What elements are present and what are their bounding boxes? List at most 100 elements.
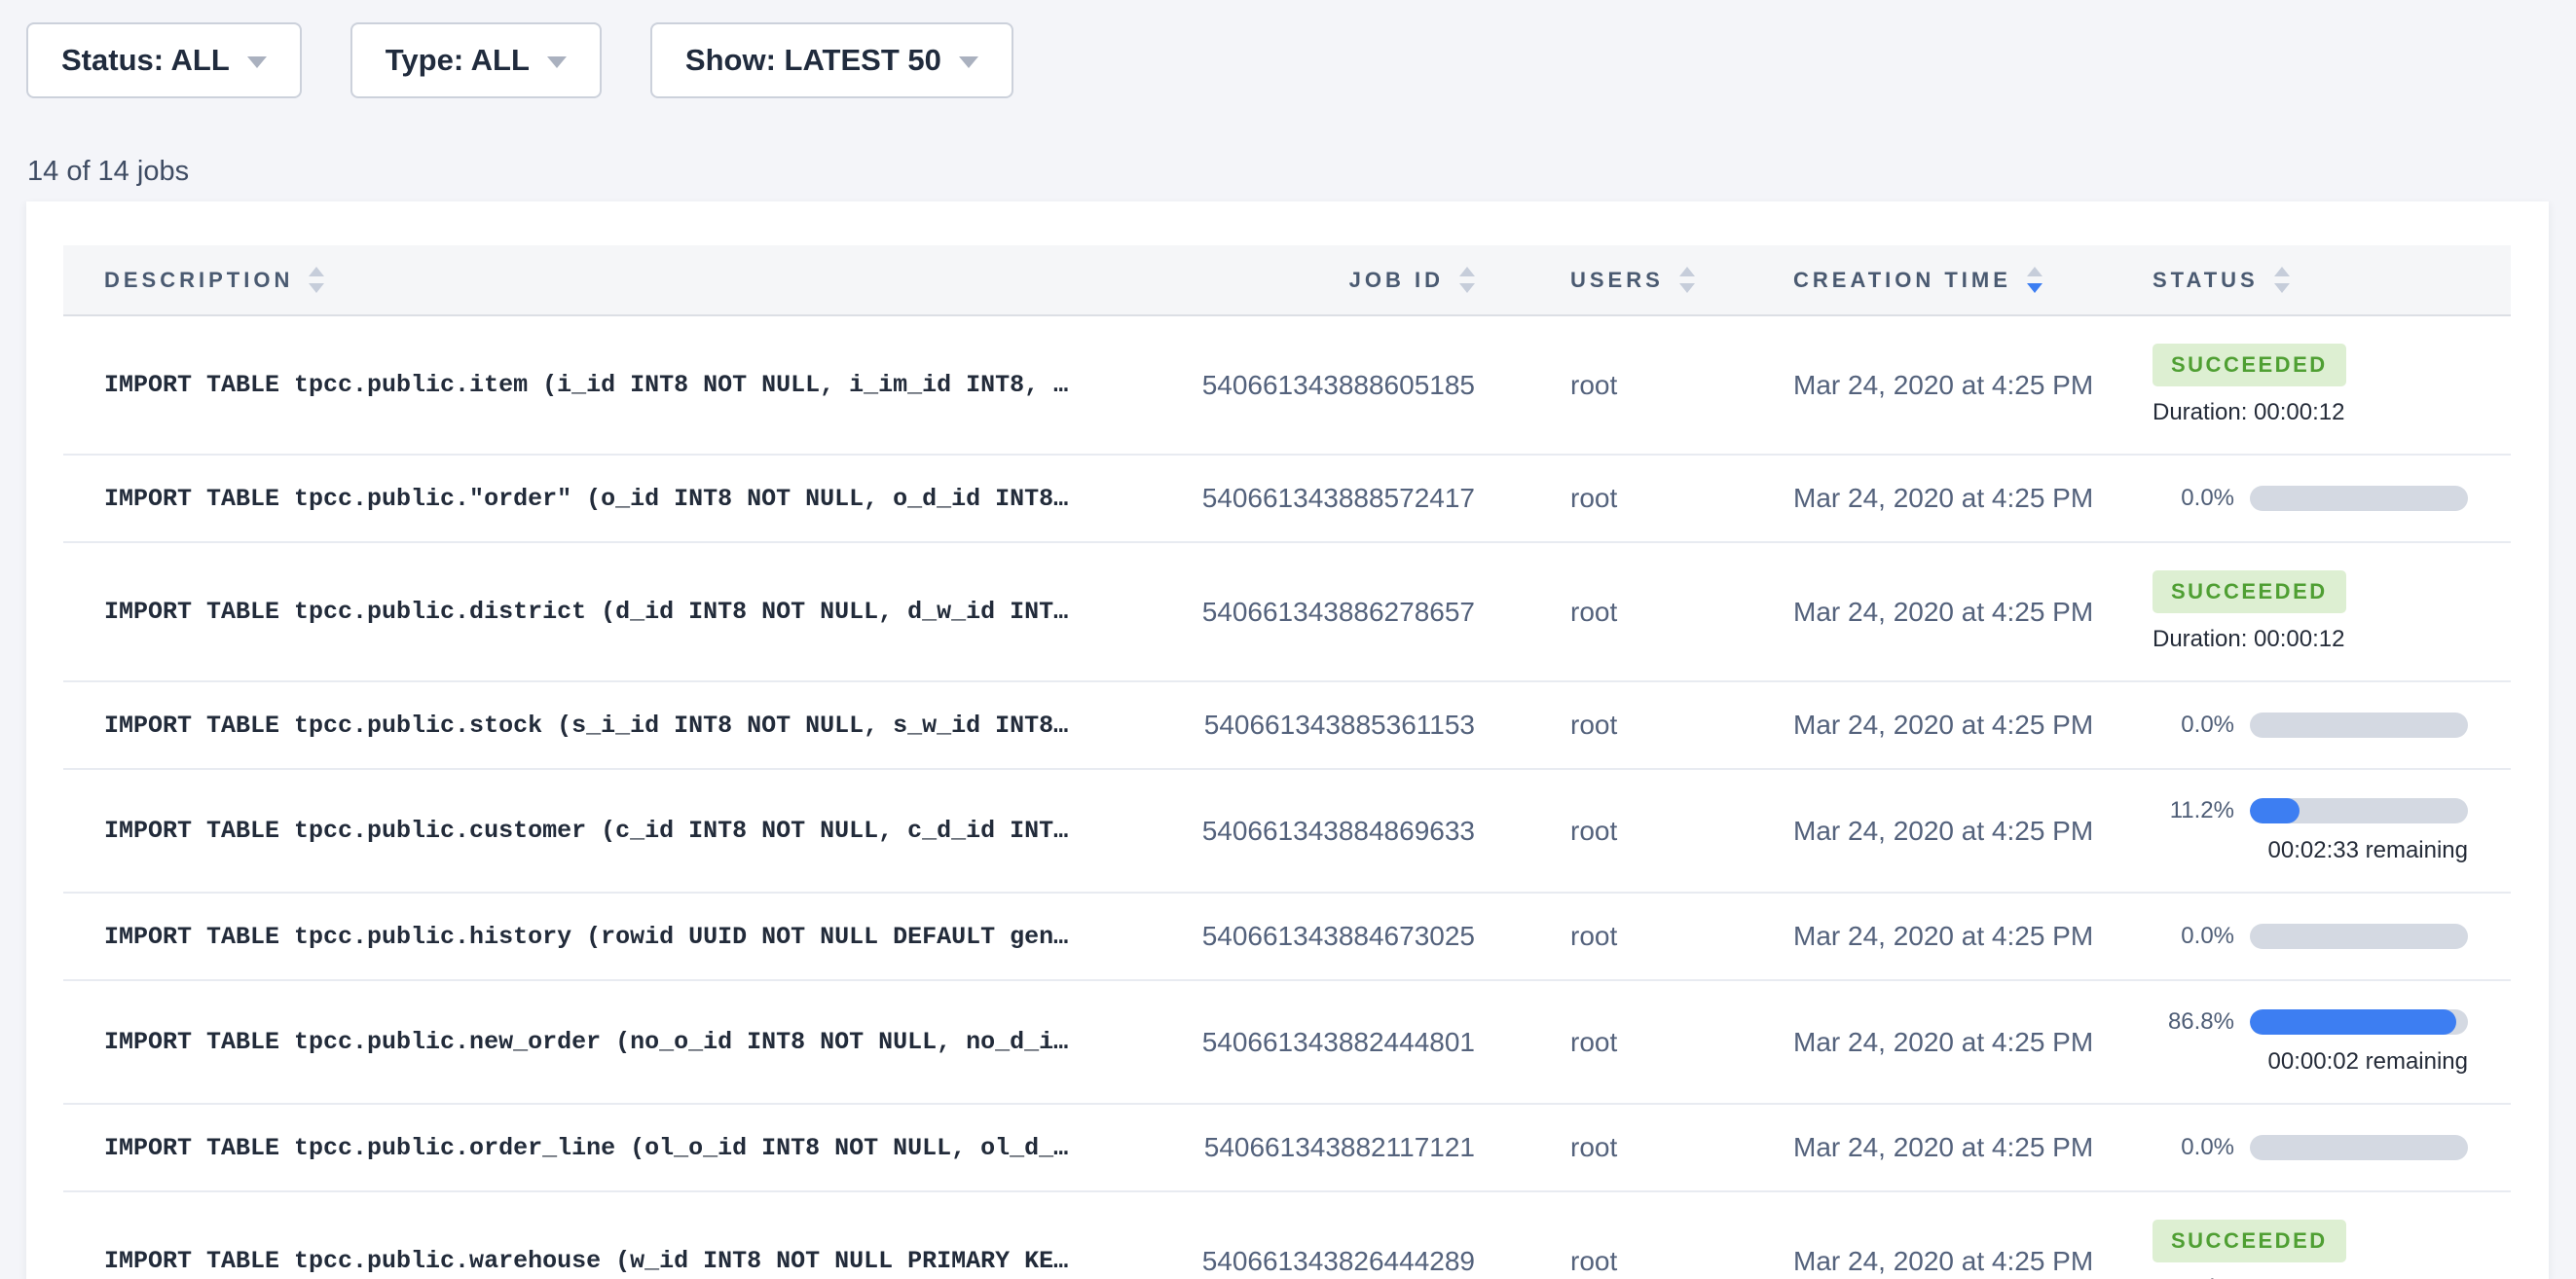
job-user-cell: root (1475, 681, 1709, 769)
jobs-table-body: IMPORT TABLE tpcc.public.item (i_id INT8… (63, 315, 2511, 1279)
job-duration-label: Duration: 00:00:08 (2153, 1275, 2511, 1279)
jobs-count-label: 14 of 14 jobs (27, 156, 189, 188)
job-id-cell: 540661343888572417 (1154, 455, 1475, 542)
progress-bar-track (2250, 1009, 2468, 1035)
table-row: IMPORT TABLE tpcc.public.new_order (no_o… (63, 980, 2511, 1104)
table-row: IMPORT TABLE tpcc.public."order" (o_id I… (63, 455, 2511, 542)
jobs-table: DESCRIPTION JOB ID USERS (63, 245, 2511, 1279)
job-progress: 11.2% (2153, 797, 2511, 824)
progress-bar-track (2250, 713, 2468, 738)
job-description-cell: IMPORT TABLE tpcc.public.history (rowid … (63, 893, 1154, 980)
job-progress: 0.0% (2153, 1134, 2511, 1161)
job-id-cell: 540661343882444801 (1154, 980, 1475, 1104)
job-id-cell: 540661343882117121 (1154, 1104, 1475, 1191)
job-description-cell: IMPORT TABLE tpcc.public.warehouse (w_id… (63, 1191, 1154, 1279)
status-badge: SUCCEEDED (2153, 1220, 2346, 1262)
job-description-cell: IMPORT TABLE tpcc.public.new_order (no_o… (63, 980, 1154, 1104)
job-id-cell: 540661343884869633 (1154, 769, 1475, 893)
table-row: IMPORT TABLE tpcc.public.item (i_id INT8… (63, 315, 2511, 455)
table-row: IMPORT TABLE tpcc.public.stock (s_i_id I… (63, 681, 2511, 769)
job-progress: 0.0% (2153, 485, 2511, 512)
job-user-cell: root (1475, 455, 1709, 542)
job-description-cell: IMPORT TABLE tpcc.public.stock (s_i_id I… (63, 681, 1154, 769)
filter-bar: Status: ALL Type: ALL Show: LATEST 50 (26, 22, 1013, 98)
job-status-cell: 11.2% 00:02:33 remaining (2088, 769, 2511, 893)
type-filter-dropdown[interactable]: Type: ALL (350, 22, 602, 98)
job-id-cell: 540661343826444289 (1154, 1191, 1475, 1279)
job-time-remaining-label: 00:00:02 remaining (2153, 1048, 2468, 1076)
job-progress-percent: 0.0% (2153, 485, 2234, 512)
job-user-cell: root (1475, 1104, 1709, 1191)
job-duration-label: Duration: 00:00:12 (2153, 399, 2511, 426)
table-row: IMPORT TABLE tpcc.public.warehouse (w_id… (63, 1191, 2511, 1279)
job-description-cell: IMPORT TABLE tpcc.public.customer (c_id … (63, 769, 1154, 893)
table-row: IMPORT TABLE tpcc.public.order_line (ol_… (63, 1104, 2511, 1191)
job-description-cell: IMPORT TABLE tpcc.public.district (d_id … (63, 542, 1154, 681)
job-creation-time-cell: Mar 24, 2020 at 4:25 PM (1709, 1104, 2088, 1191)
table-row: IMPORT TABLE tpcc.public.customer (c_id … (63, 769, 2511, 893)
chevron-down-icon (959, 56, 978, 68)
job-progress-percent: 0.0% (2153, 712, 2234, 739)
job-status-cell: 0.0% (2088, 455, 2511, 542)
job-status-cell: 0.0% (2088, 893, 2511, 980)
job-creation-time-cell: Mar 24, 2020 at 4:25 PM (1709, 455, 2088, 542)
job-creation-time-cell: Mar 24, 2020 at 4:25 PM (1709, 1191, 2088, 1279)
job-status-cell: 0.0% (2088, 681, 2511, 769)
column-header-users[interactable]: USERS (1475, 245, 1709, 315)
column-header-status[interactable]: STATUS (2088, 245, 2511, 315)
job-id-cell: 540661343886278657 (1154, 542, 1475, 681)
progress-bar-track (2250, 924, 2468, 949)
status-badge: SUCCEEDED (2153, 570, 2346, 613)
job-user-cell: root (1475, 542, 1709, 681)
status-badge: SUCCEEDED (2153, 344, 2346, 386)
job-user-cell: root (1475, 980, 1709, 1104)
job-progress: 0.0% (2153, 712, 2511, 739)
job-description-cell: IMPORT TABLE tpcc.public."order" (o_id I… (63, 455, 1154, 542)
show-filter-dropdown[interactable]: Show: LATEST 50 (650, 22, 1013, 98)
chevron-down-icon (247, 56, 267, 68)
job-creation-time-cell: Mar 24, 2020 at 4:25 PM (1709, 980, 2088, 1104)
job-creation-time-cell: Mar 24, 2020 at 4:25 PM (1709, 681, 2088, 769)
sort-arrows-icon (1679, 267, 1695, 293)
progress-bar-track (2250, 1135, 2468, 1160)
status-filter-dropdown[interactable]: Status: ALL (26, 22, 302, 98)
job-description-cell: IMPORT TABLE tpcc.public.order_line (ol_… (63, 1104, 1154, 1191)
status-filter-label: Status: ALL (61, 43, 230, 78)
job-status-cell: 86.8% 00:00:02 remaining (2088, 980, 2511, 1104)
job-user-cell: root (1475, 315, 1709, 455)
job-progress-percent: 0.0% (2153, 923, 2234, 950)
job-progress-percent: 86.8% (2153, 1008, 2234, 1036)
job-progress: 86.8% (2153, 1008, 2511, 1036)
job-creation-time-cell: Mar 24, 2020 at 4:25 PM (1709, 315, 2088, 455)
sort-arrows-icon (309, 267, 324, 293)
job-id-cell: 540661343885361153 (1154, 681, 1475, 769)
column-header-creation-time[interactable]: CREATION TIME (1709, 245, 2088, 315)
job-user-cell: root (1475, 893, 1709, 980)
column-header-description[interactable]: DESCRIPTION (63, 245, 1154, 315)
job-progress-percent: 11.2% (2153, 797, 2234, 824)
job-creation-time-cell: Mar 24, 2020 at 4:25 PM (1709, 769, 2088, 893)
type-filter-label: Type: ALL (386, 43, 530, 78)
job-status-cell: 0.0% (2088, 1104, 2511, 1191)
job-user-cell: root (1475, 1191, 1709, 1279)
progress-bar-fill (2250, 798, 2300, 823)
table-row: IMPORT TABLE tpcc.public.history (rowid … (63, 893, 2511, 980)
job-duration-label: Duration: 00:00:12 (2153, 626, 2511, 653)
jobs-table-card: DESCRIPTION JOB ID USERS (26, 201, 2549, 1279)
job-progress: 0.0% (2153, 923, 2511, 950)
job-time-remaining-label: 00:02:33 remaining (2153, 837, 2468, 864)
sort-arrows-icon (1459, 267, 1475, 293)
show-filter-label: Show: LATEST 50 (685, 43, 941, 78)
job-status-cell: SUCCEEDED Duration: 00:00:12 (2088, 542, 2511, 681)
job-creation-time-cell: Mar 24, 2020 at 4:25 PM (1709, 542, 2088, 681)
job-id-cell: 540661343888605185 (1154, 315, 1475, 455)
job-user-cell: root (1475, 769, 1709, 893)
table-row: IMPORT TABLE tpcc.public.district (d_id … (63, 542, 2511, 681)
job-creation-time-cell: Mar 24, 2020 at 4:25 PM (1709, 893, 2088, 980)
column-header-job-id[interactable]: JOB ID (1154, 245, 1475, 315)
progress-bar-track (2250, 798, 2468, 823)
job-progress-percent: 0.0% (2153, 1134, 2234, 1161)
jobs-table-header: DESCRIPTION JOB ID USERS (63, 245, 2511, 315)
sort-arrows-icon (2274, 267, 2290, 293)
job-status-cell: SUCCEEDED Duration: 00:00:08 (2088, 1191, 2511, 1279)
